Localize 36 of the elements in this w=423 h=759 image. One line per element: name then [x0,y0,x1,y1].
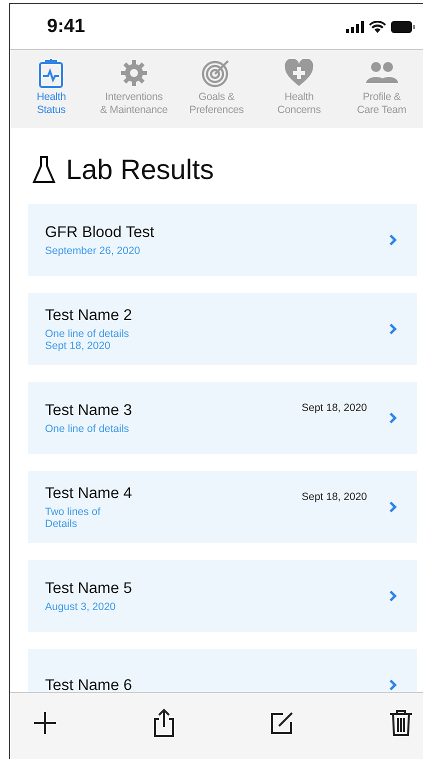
chevron-right-icon [389,234,397,246]
test-name: Test Name 2 [45,306,134,325]
heart-plus-icon [284,59,314,87]
test-name: Test Name 5 [45,579,134,598]
signal-icon [346,20,364,32]
lab-result-card[interactable]: Test Name 4 Two lines of Details Sept 18, 2020 [28,471,417,543]
test-date: Sept 18, 2020 [302,402,367,414]
test-date: Sept 18, 2020 [302,491,367,503]
battery-icon [391,20,415,32]
chevron-right-icon [389,679,397,691]
test-details: One line of details Sept 18, 2020 [45,328,130,352]
chevron-right-icon [389,501,397,513]
page-title: Lab Results [66,154,214,186]
test-name: GFR Blood Test [45,223,156,242]
lab-result-card[interactable]: GFR Blood Test September 26, 2020 [28,204,417,276]
test-details: August 3, 2020 [45,601,117,613]
test-details: Two lines of Details [45,506,102,530]
chevron-right-icon [389,323,397,335]
lab-result-card[interactable]: Test Name 2 One line of details Sept 18, 2020 [28,293,417,365]
people-icon [364,61,399,85]
test-name: Test Name 6 [45,676,134,692]
test-details: One line of details [45,423,130,435]
test-name: Test Name 4 [45,484,134,503]
clock-time: 9:41 [47,16,86,38]
test-name: Test Name 3 [45,401,134,420]
clipboard-icon [38,58,64,88]
lab-result-card[interactable]: Test Name 5 August 3, 2020 [28,560,417,632]
lab-result-card[interactable]: Test Name 6 [28,649,417,692]
flask-icon [32,155,56,185]
gear-icon [118,58,149,88]
lab-result-card[interactable]: Test Name 3 One line of details Sept 18, 2020 [28,382,417,454]
target-icon [201,58,232,88]
chevron-right-icon [389,590,397,602]
chevron-right-icon [389,412,397,424]
test-details: September 26, 2020 [45,245,142,257]
wifi-icon [369,20,386,32]
